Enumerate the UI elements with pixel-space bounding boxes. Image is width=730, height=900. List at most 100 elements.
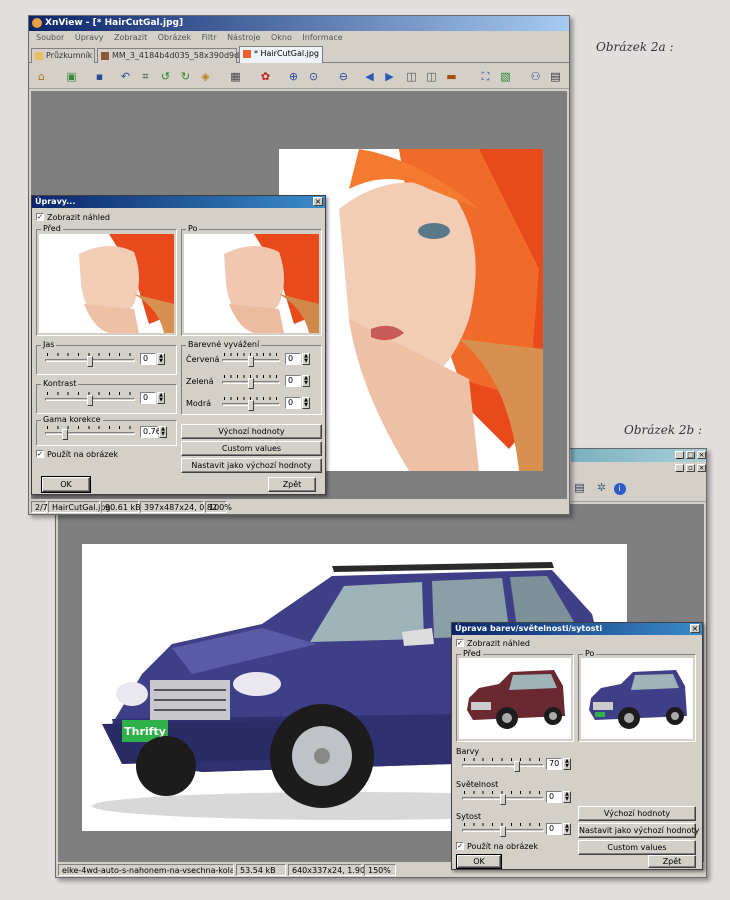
main-toolbar: ⌂ ▣ ▪ ↶ ⌗ ↺ ↻ ◈ ▦ ✿ ⊕ ⊙ ⊖ ◀ ▶ ◫ ◫ ▬ ⛶ ▧ …	[29, 65, 569, 89]
kontrast-spin[interactable]: ▲ ▼	[157, 392, 165, 404]
child-minimize-button[interactable]: _	[675, 464, 684, 472]
menu-soubor[interactable]: Soubor	[36, 33, 64, 42]
menu-zobrazit[interactable]: Zobrazit	[114, 33, 147, 42]
menu-upravy[interactable]: Úpravy	[75, 33, 104, 42]
after-preview	[581, 658, 693, 739]
kontrast-slider[interactable]	[45, 392, 135, 409]
blue-spin[interactable]: ▲ ▼	[302, 397, 310, 409]
print-icon[interactable]: ▤	[571, 480, 588, 496]
crop-icon[interactable]: ⌗	[137, 69, 154, 85]
jas-slider[interactable]	[45, 353, 135, 370]
custom-values-button[interactable]: Custom values	[181, 441, 322, 456]
zoom-in-icon[interactable]: ⊕	[285, 69, 302, 85]
sytost-value[interactable]: 0	[546, 823, 562, 835]
green-value[interactable]: 0	[285, 375, 301, 387]
save-icon[interactable]: ▪	[91, 69, 108, 85]
menu-filtr[interactable]: Filtr	[202, 33, 217, 42]
next-icon[interactable]: ▶	[381, 69, 398, 85]
menu-nastroje[interactable]: Nástroje	[227, 33, 260, 42]
barvy-slider[interactable]	[462, 758, 544, 775]
jas-value[interactable]: 0	[140, 353, 156, 365]
caption-figure-2a: Obrázek 2a :	[596, 40, 674, 54]
maximize-button[interactable]: □	[686, 451, 695, 459]
menubar: Soubor Úpravy Zobrazit Obrázek Filtr Nás…	[29, 31, 569, 44]
barvy-spin[interactable]: ▲ ▼	[563, 758, 571, 770]
status-dimensions: 397x487x24, 0.82	[140, 501, 217, 513]
kontrast-label: Kontrast	[41, 379, 79, 388]
set-as-default-button[interactable]: Nastavit jako výchozí hodnoty	[181, 458, 322, 473]
kontrast-value[interactable]: 0	[140, 392, 156, 404]
svetelnost-slider[interactable]	[462, 791, 544, 808]
compare-icon[interactable]: ⚇	[527, 69, 544, 85]
close-icon[interactable]: ×	[690, 624, 700, 633]
slideshow-icon[interactable]: ▬	[443, 69, 460, 85]
default-values-button[interactable]: Výchozí hodnoty	[578, 806, 696, 821]
set-as-default-button[interactable]: Nastavit jako výchozí hodnoty	[578, 823, 699, 838]
status-zoom: 100%	[205, 501, 232, 513]
apply-checkbox[interactable]: ✓	[456, 842, 464, 850]
tab-explorer[interactable]: Průzkumník	[31, 48, 95, 63]
green-label: Zelená	[186, 377, 214, 386]
window-b-toolbar: ▤ ✲ i	[571, 476, 706, 502]
red-slider[interactable]	[222, 353, 280, 370]
menu-obrazek[interactable]: Obrázek	[158, 33, 191, 42]
status-index: 2/7	[31, 501, 48, 513]
custom-values-button[interactable]: Custom values	[578, 840, 696, 855]
back-button[interactable]: Zpět	[648, 855, 696, 868]
last-icon[interactable]: ◫	[423, 69, 440, 85]
preview-checkbox[interactable]: ✓	[36, 213, 44, 221]
zoom-out-icon[interactable]: ⊖	[335, 69, 352, 85]
blue-slider[interactable]	[222, 397, 280, 414]
gama-slider[interactable]	[45, 426, 135, 443]
ok-button[interactable]: OK	[456, 854, 502, 869]
tab-haircut[interactable]: * HairCutGal.jpg	[239, 46, 323, 63]
settings-icon[interactable]: ✲	[593, 480, 610, 496]
green-slider[interactable]	[222, 375, 280, 392]
print-icon[interactable]: ▤	[547, 69, 564, 85]
child-restore-button[interactable]: ▫	[686, 464, 695, 472]
gama-value[interactable]: 0.76	[140, 426, 161, 438]
filter-icon[interactable]: ▦	[227, 69, 244, 85]
child-close-button[interactable]: ×	[697, 464, 706, 472]
close-button[interactable]: ×	[697, 451, 706, 459]
barvy-value[interactable]: 70	[546, 758, 562, 770]
folder-icon	[35, 52, 43, 60]
menu-informace[interactable]: Informace	[302, 33, 342, 42]
rotate-left-icon[interactable]: ↺	[157, 69, 174, 85]
rotate-right-icon[interactable]: ↻	[177, 69, 194, 85]
close-icon[interactable]: ×	[313, 197, 323, 206]
jas-spin[interactable]: ▲ ▼	[157, 353, 165, 365]
effects-icon[interactable]: ✿	[257, 69, 274, 85]
gama-spin[interactable]: ▲ ▼	[159, 426, 167, 438]
default-values-button[interactable]: Výchozí hodnoty	[181, 424, 322, 439]
open-folder-icon[interactable]: ▣	[63, 69, 80, 85]
blue-value[interactable]: 0	[285, 397, 301, 409]
red-label: Červená	[186, 355, 220, 364]
first-icon[interactable]: ◫	[403, 69, 420, 85]
minimize-button[interactable]: _	[675, 451, 684, 459]
adjust-colors-icon[interactable]: ◈	[197, 69, 214, 85]
adjust-dialog: Úpravy... × ✓ Zobrazit náhled Před Po Ja…	[31, 195, 326, 495]
back-button[interactable]: Zpět	[268, 477, 316, 492]
svetelnost-spin[interactable]: ▲ ▼	[563, 791, 571, 803]
browse-icon[interactable]: ⌂	[33, 69, 50, 85]
ok-button[interactable]: OK	[41, 476, 91, 493]
sytost-slider[interactable]	[462, 823, 544, 840]
svetelnost-value[interactable]: 0	[546, 791, 562, 803]
menu-okno[interactable]: Okno	[271, 33, 292, 42]
info-icon[interactable]: i	[611, 480, 628, 496]
red-spin[interactable]: ▲ ▼	[302, 353, 310, 365]
after-group: Po	[578, 649, 696, 742]
app-logo-icon	[32, 18, 42, 28]
tab-mm-image[interactable]: MM_3_4184b4d035_58x390d9d.jpg	[97, 48, 254, 63]
preview-checkbox[interactable]: ✓	[456, 639, 464, 647]
zoom-fit-icon[interactable]: ⊙	[305, 69, 322, 85]
red-value[interactable]: 0	[285, 353, 301, 365]
undo-icon[interactable]: ↶	[117, 69, 134, 85]
green-spin[interactable]: ▲ ▼	[302, 375, 310, 387]
wallpaper-icon[interactable]: ▧	[497, 69, 514, 85]
apply-checkbox[interactable]: ✓	[36, 450, 44, 458]
fullscreen-icon[interactable]: ⛶	[477, 69, 494, 85]
previous-icon[interactable]: ◀	[361, 69, 378, 85]
sytost-spin[interactable]: ▲ ▼	[563, 823, 571, 835]
